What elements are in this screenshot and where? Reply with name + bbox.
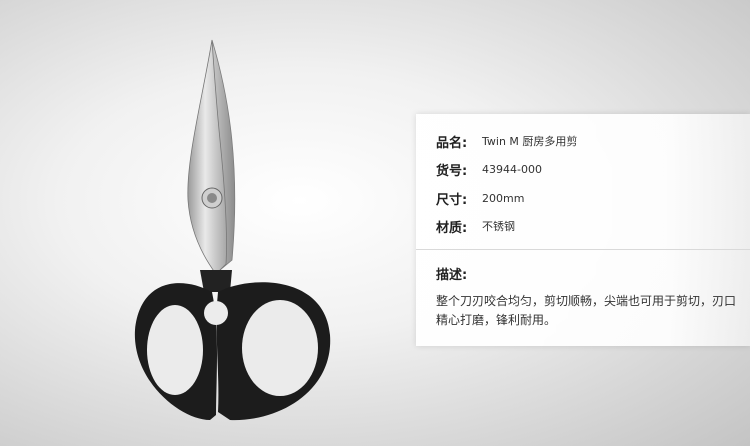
spec-material-value: 不锈钢 (482, 220, 515, 233)
spec-sku-row: 货号: 43944-000 (436, 159, 542, 179)
spec-name-row: 品名: Twin M 厨房多用剪 (436, 131, 577, 151)
description-label: 描述: (436, 268, 468, 283)
description-text: 整个刀刃咬合均匀，剪切顺畅，尖端也可用于剪切，刃口精心打磨，锋利耐用。 (436, 294, 737, 327)
spec-size-row: 尺寸: 200mm (436, 188, 524, 208)
spec-size-label: 尺寸: (436, 192, 468, 208)
section-divider (416, 249, 750, 250)
spec-sku-value: 43944-000 (482, 162, 542, 176)
scissors-image (134, 39, 331, 421)
spec-material-label: 材质: (436, 220, 468, 236)
product-info-panel: 品名: Twin M 厨房多用剪 货号: 43944-000 尺寸: 200mm… (416, 114, 750, 346)
spec-sku-label: 货号: (436, 163, 468, 179)
spec-name-value: Twin M 厨房多用剪 (482, 135, 578, 148)
spec-material-row: 材质: 不锈钢 (436, 216, 515, 236)
spec-size-value: 200mm (482, 191, 525, 205)
spec-name-label: 品名: (436, 135, 468, 151)
